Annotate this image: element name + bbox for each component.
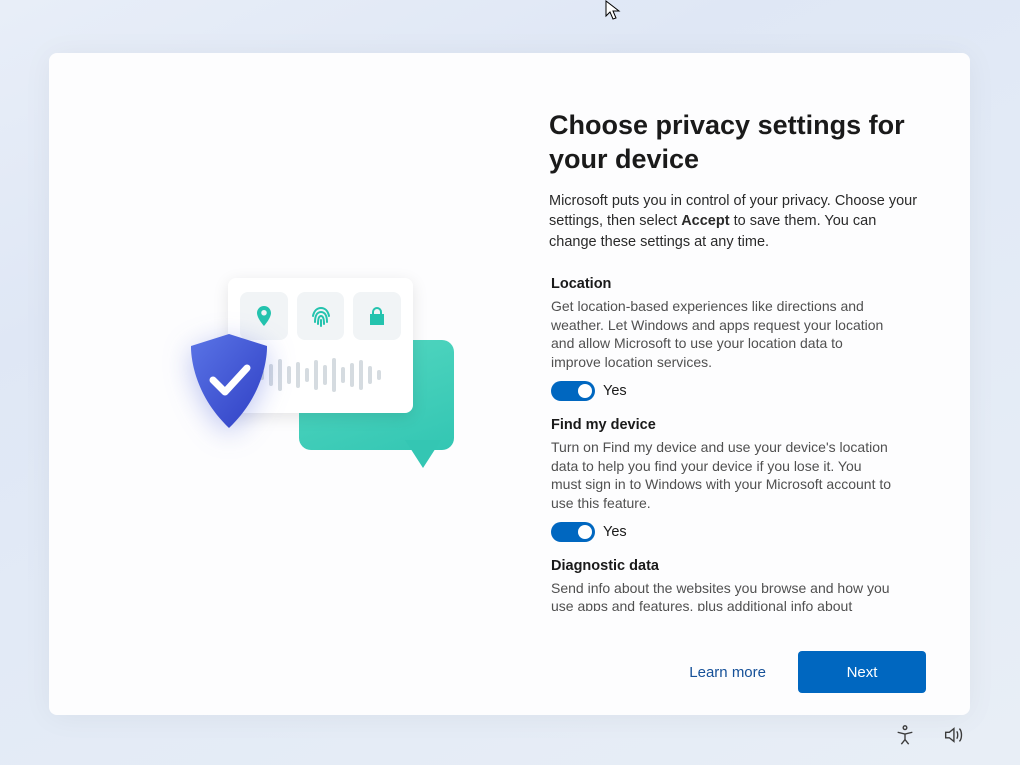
dialog-footer: Learn more Next bbox=[689, 651, 926, 693]
setting-description: Send info about the websites you browse … bbox=[551, 579, 895, 611]
find-my-device-toggle[interactable] bbox=[551, 522, 595, 542]
taskbar-icons bbox=[894, 724, 964, 751]
setting-description: Get location-based experiences like dire… bbox=[551, 297, 895, 371]
privacy-dialog: Choose privacy settings for your device … bbox=[49, 53, 970, 715]
lock-icon bbox=[353, 292, 401, 340]
speech-bubble-tail bbox=[405, 440, 441, 468]
accessibility-icon[interactable] bbox=[894, 724, 916, 751]
setting-title: Diagnostic data bbox=[551, 558, 895, 574]
fingerprint-icon bbox=[297, 292, 345, 340]
setting-description: Turn on Find my device and use your devi… bbox=[551, 438, 895, 512]
next-button[interactable]: Next bbox=[798, 651, 926, 693]
mouse-cursor-icon bbox=[605, 0, 623, 22]
page-title: Choose privacy settings for your device bbox=[549, 109, 925, 177]
learn-more-link[interactable]: Learn more bbox=[689, 664, 766, 681]
content-pane: Choose privacy settings for your device … bbox=[521, 53, 970, 715]
intro-bold: Accept bbox=[681, 213, 729, 229]
privacy-illustration bbox=[185, 278, 455, 498]
setting-title: Location bbox=[551, 276, 895, 292]
setting-location: Location Get location-based experiences … bbox=[551, 276, 895, 401]
location-toggle[interactable] bbox=[551, 381, 595, 401]
toggle-state-label: Yes bbox=[603, 524, 627, 540]
setting-title: Find my device bbox=[551, 417, 895, 433]
illustration-pane bbox=[49, 53, 521, 715]
setting-diagnostic-data: Diagnostic data Send info about the webs… bbox=[551, 558, 895, 611]
settings-list[interactable]: Location Get location-based experiences … bbox=[549, 276, 925, 611]
toggle-state-label: Yes bbox=[603, 383, 627, 399]
volume-icon[interactable] bbox=[942, 724, 964, 751]
shield-check-icon bbox=[185, 332, 273, 432]
intro-text: Microsoft puts you in control of your pr… bbox=[549, 191, 925, 253]
setting-find-my-device: Find my device Turn on Find my device an… bbox=[551, 417, 895, 542]
